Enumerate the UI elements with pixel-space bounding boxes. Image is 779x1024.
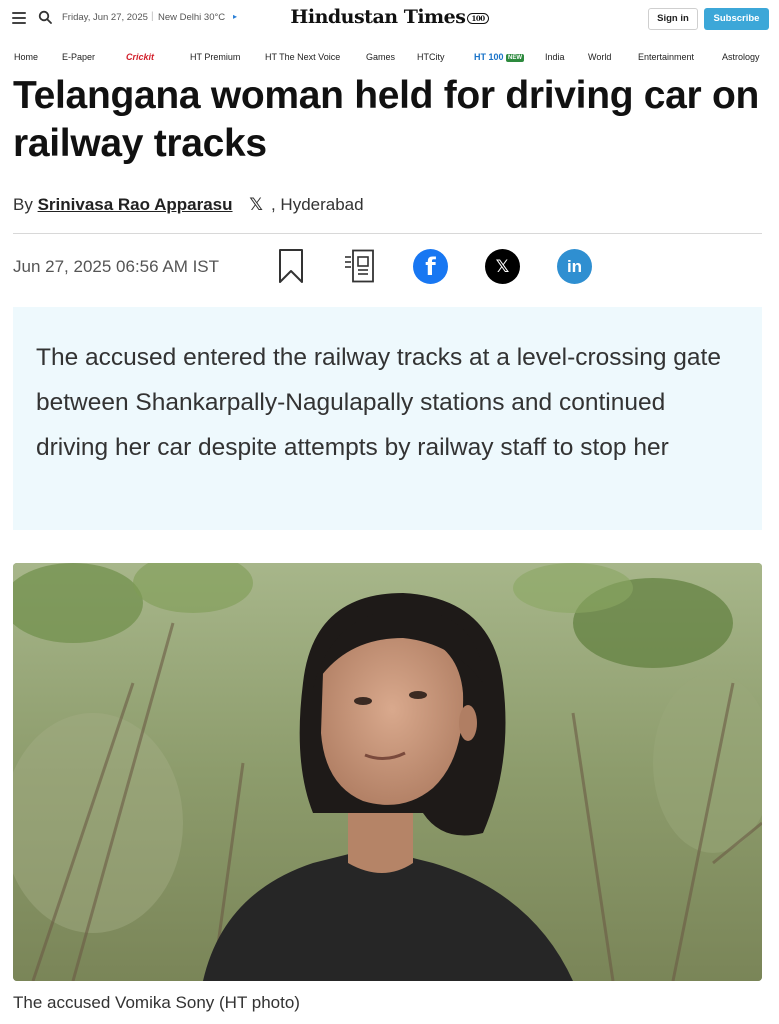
nav-item-ht100[interactable]: HT 100 NEW (474, 52, 525, 62)
publish-timestamp: Jun 27, 2025 06:56 AM IST (13, 257, 220, 276)
nav-item-entertainment[interactable]: Entertainment (638, 52, 694, 62)
byline-location: , Hyderabad (270, 195, 364, 214)
article-photo (13, 563, 762, 981)
subscribe-button[interactable]: Subscribe (704, 8, 769, 30)
article-summary: The accused entered the railway tracks a… (36, 344, 721, 461)
reader-mode-icon[interactable] (344, 249, 380, 283)
ht100-label: HT 100 (474, 52, 504, 62)
nav-item-epaper[interactable]: E-Paper (62, 52, 95, 62)
nav-item-games[interactable]: Games (366, 52, 395, 62)
author-link[interactable]: Srinivasa Rao Apparasu (38, 195, 233, 214)
top-bar: Friday, Jun 27, 2025 | New Delhi 30°C ▸ … (0, 0, 779, 38)
nav-item-india[interactable]: India (545, 52, 565, 62)
logo-text: Hindustan Times (290, 6, 466, 28)
photo-caption: The accused Vomika Sony (HT photo) (13, 993, 300, 1012)
x-share-icon[interactable]: 𝕏 (485, 249, 520, 284)
nav-item-crickit[interactable]: Crickit (126, 52, 154, 62)
author-x-icon[interactable]: 𝕏 (249, 195, 263, 215)
sign-in-button[interactable]: Sign in (648, 8, 698, 30)
nav-item-world[interactable]: World (588, 52, 611, 62)
bookmark-icon[interactable] (278, 248, 304, 284)
nav-item-ht-next-voice[interactable]: HT The Next Voice (265, 52, 340, 62)
nav-item-home[interactable]: Home (14, 52, 38, 62)
new-badge: NEW (506, 54, 525, 62)
byline: By Srinivasa Rao Apparasu 𝕏 , Hyderabad (13, 195, 364, 215)
main-nav: Home E-Paper Crickit HT Premium HT The N… (0, 48, 779, 70)
nav-item-ht-premium[interactable]: HT Premium (190, 52, 240, 62)
facebook-share-icon[interactable]: f (413, 249, 448, 284)
photo-illustration (13, 563, 762, 981)
nav-item-astrology[interactable]: Astrology (722, 52, 760, 62)
divider (13, 233, 762, 234)
logo-badge: 100 (467, 12, 489, 24)
nav-item-htcity[interactable]: HTCity (417, 52, 445, 62)
byline-prefix: By (13, 195, 33, 214)
article-headline: Telangana woman held for driving car on … (13, 74, 760, 165)
article-summary-box: The accused entered the railway tracks a… (13, 307, 762, 530)
linkedin-share-icon[interactable]: in (557, 249, 592, 284)
